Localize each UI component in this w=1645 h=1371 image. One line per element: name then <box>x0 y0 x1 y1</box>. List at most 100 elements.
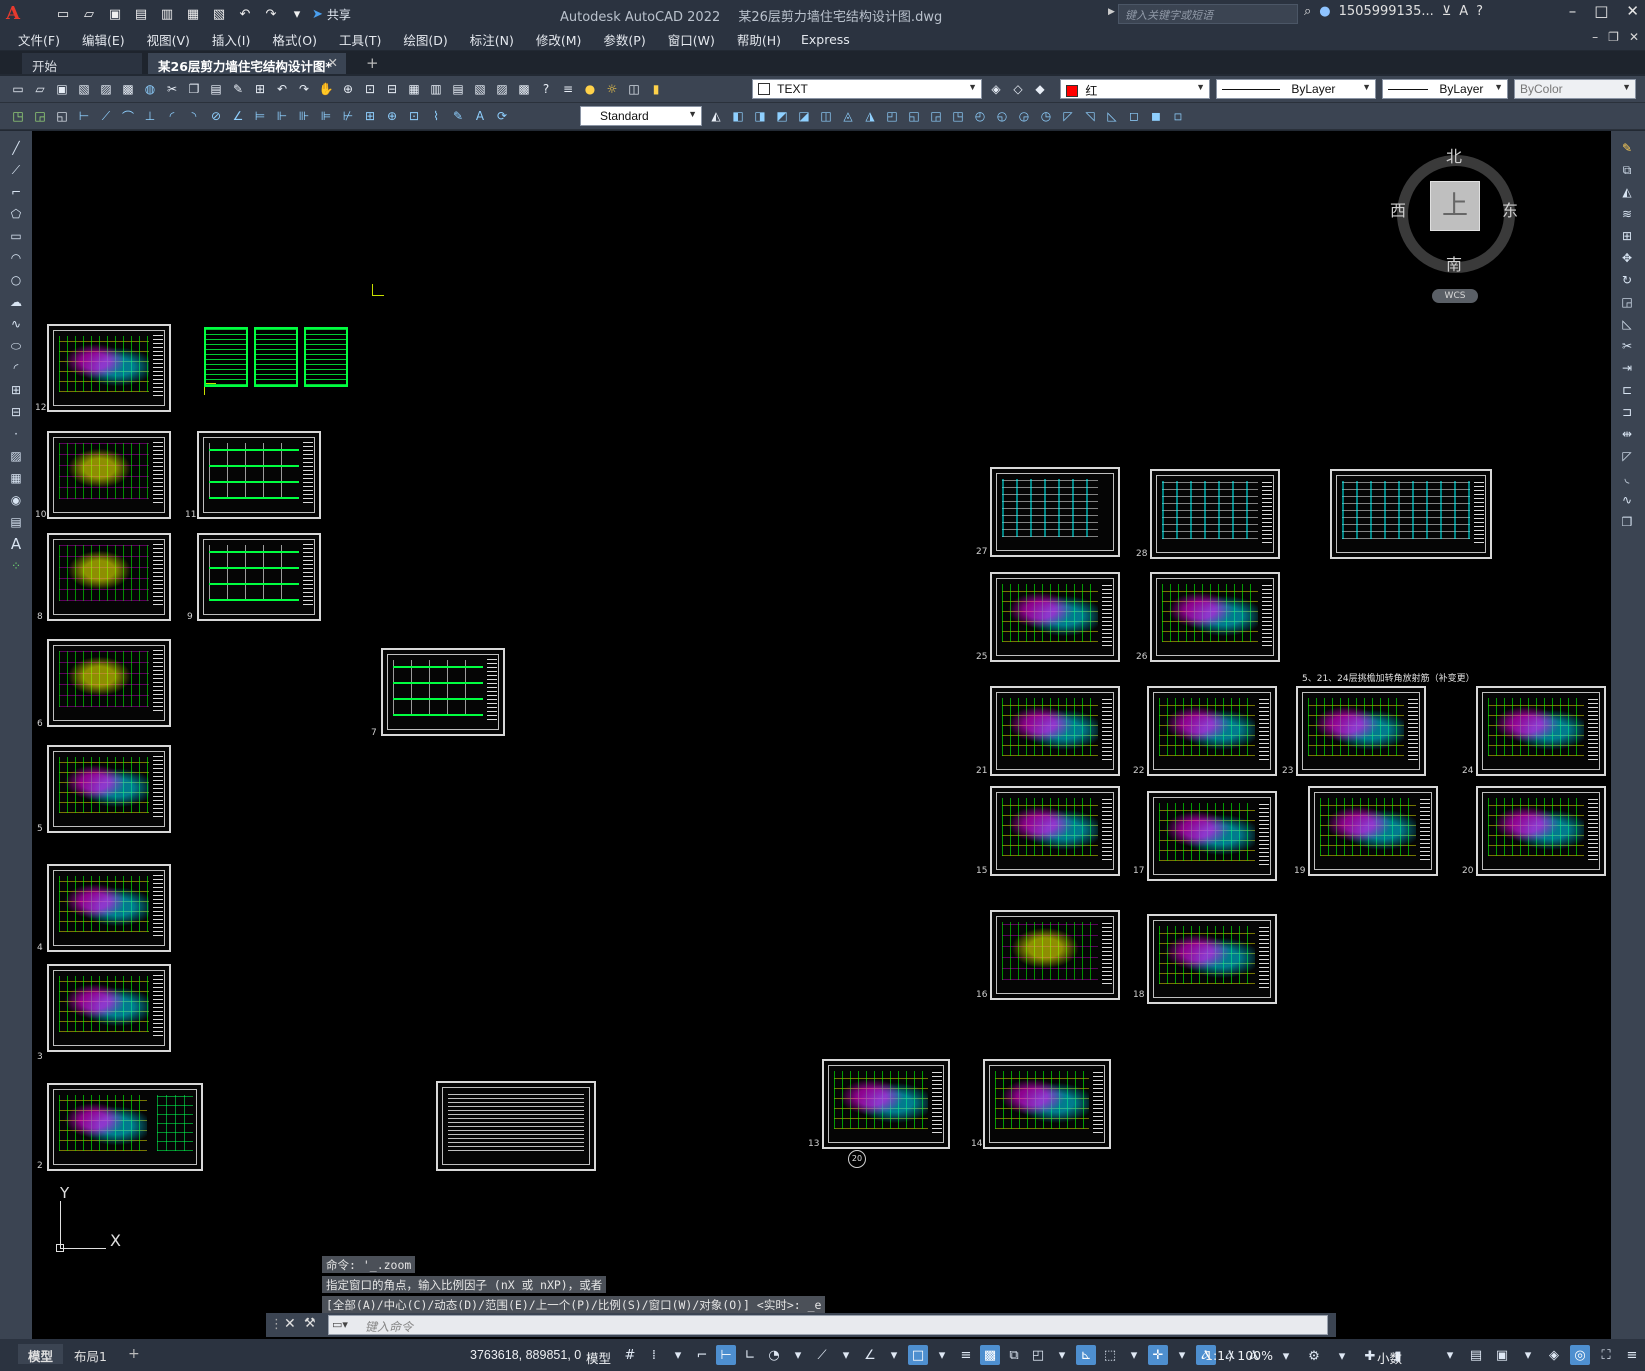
menu-window[interactable]: 窗口(W) <box>668 30 715 49</box>
multiline-text-icon[interactable]: A <box>7 535 25 553</box>
save-icon[interactable]: ▣ <box>104 3 126 25</box>
move-faces-icon[interactable]: ◽ <box>1168 106 1188 126</box>
selection-cycling-icon[interactable]: ⧉ <box>1004 1345 1024 1365</box>
lock-ui-icon[interactable]: ▣ <box>1492 1345 1512 1365</box>
save-as-icon[interactable]: ▤ <box>130 3 152 25</box>
gizmo-icon[interactable]: ✛ <box>1148 1345 1168 1365</box>
paste-icon[interactable]: ▤ <box>206 79 226 99</box>
break-at-point-icon[interactable]: ⊏ <box>1618 381 1636 399</box>
properties-icon[interactable]: ▦ <box>404 79 424 99</box>
menu-edit[interactable]: 编辑(E) <box>82 30 125 49</box>
make-current-icon[interactable]: ◈ <box>986 79 1006 99</box>
dimstyle-dropdown[interactable]: Standard ▼ <box>580 106 702 126</box>
undo-icon[interactable]: ↶ <box>272 79 292 99</box>
help-icon[interactable]: ? <box>1476 4 1483 19</box>
quick-dim-icon[interactable]: ⊨ <box>250 106 270 126</box>
cut-icon[interactable]: ✂ <box>162 79 182 99</box>
continue-icon[interactable]: ⊪ <box>294 106 314 126</box>
menu-insert[interactable]: 插入(I) <box>212 30 250 49</box>
drawing-sheet-14[interactable] <box>983 1059 1111 1149</box>
copy-icon[interactable]: ❐ <box>184 79 204 99</box>
hatch-icon[interactable]: ▨ <box>7 447 25 465</box>
extrude-icon[interactable]: ◪ <box>794 106 814 126</box>
insert-block-icon[interactable]: ⊞ <box>7 381 25 399</box>
viewcube-west[interactable]: 西 <box>1390 197 1406 221</box>
menu-format[interactable]: 格式(O) <box>272 30 317 49</box>
new-icon[interactable]: ▭ <box>8 79 28 99</box>
dim-update-icon[interactable]: ⟳ <box>492 106 512 126</box>
drawing-sheet-19[interactable] <box>1308 786 1438 876</box>
clean-icon[interactable]: ◹ <box>1080 106 1100 126</box>
region-icon[interactable]: ◉ <box>7 491 25 509</box>
wcs-menu[interactable]: WCS <box>1432 289 1478 303</box>
object-icon[interactable]: ◱ <box>52 106 72 126</box>
dim-break-icon[interactable]: ⊬ <box>338 106 358 126</box>
search-input[interactable]: 键入关键字或短语 <box>1118 4 1298 24</box>
isolate-objects-icon[interactable]: ◈ <box>1544 1345 1564 1365</box>
command-input[interactable]: 键入命令 <box>328 1315 1328 1335</box>
drawing-sheet-23[interactable] <box>1296 686 1426 776</box>
green-table-sheet[interactable] <box>204 327 248 387</box>
layer-previous-icon[interactable]: ◇ <box>1008 79 1028 99</box>
ellipse-arc-icon[interactable]: ◜ <box>7 359 25 377</box>
redo-icon[interactable]: ↷ <box>260 3 282 25</box>
add-layout-button[interactable]: + <box>118 1344 150 1364</box>
break-icon[interactable]: ⊐ <box>1618 403 1636 421</box>
open-icon[interactable]: ▱ <box>30 79 50 99</box>
blend-curves-icon[interactable]: ∿ <box>1618 491 1636 509</box>
doc-minimize-icon[interactable]: – <box>1592 30 1598 44</box>
drawing-sheet-5[interactable] <box>47 745 171 833</box>
tool-palettes-icon[interactable]: ▤ <box>448 79 468 99</box>
section-icon[interactable]: ◮ <box>860 106 880 126</box>
viewcube-south[interactable]: 南 <box>1446 251 1462 275</box>
open-web-icon[interactable]: ▥ <box>156 3 178 25</box>
pan-icon[interactable]: ✋ <box>316 79 336 99</box>
color-dropdown[interactable]: 红 ▼ <box>1060 79 1210 99</box>
polygon-icon[interactable]: ⬠ <box>7 205 25 223</box>
join-icon[interactable]: ⇹ <box>1618 425 1636 443</box>
drawing-sheet-25[interactable] <box>990 572 1120 662</box>
drawing-sheet-21[interactable] <box>990 686 1120 776</box>
drawing-sheet-20[interactable] <box>1476 786 1606 876</box>
calculator-icon[interactable]: ▩ <box>514 79 534 99</box>
color-edges-icon[interactable]: ◳ <box>948 106 968 126</box>
intersect-icon[interactable]: ◩ <box>772 106 792 126</box>
menu-parametric[interactable]: 参数(P) <box>603 30 645 49</box>
copy-faces-icon[interactable]: ◶ <box>1014 106 1034 126</box>
mirror-icon[interactable]: ◭ <box>1618 183 1636 201</box>
user-name[interactable]: 1505999135... <box>1339 4 1434 19</box>
slice-icon[interactable]: ◬ <box>838 106 858 126</box>
chevron-down-icon[interactable]: ▾ <box>1440 1345 1460 1365</box>
drawing-sheet-13[interactable] <box>822 1059 950 1149</box>
ellipse-icon[interactable]: ⬭ <box>7 337 25 355</box>
baseline-icon[interactable]: ⊩ <box>272 106 292 126</box>
viewcube-top-face[interactable]: 上 <box>1430 181 1480 231</box>
help-icon[interactable]: ? <box>536 79 556 99</box>
trim-icon[interactable]: ✂ <box>1618 337 1636 355</box>
design-center-icon[interactable]: ▥ <box>426 79 446 99</box>
layer-on-icon[interactable]: ● <box>580 79 600 99</box>
command-prompt-icon[interactable]: ▭▾ <box>332 1318 348 1331</box>
search-expand-icon[interactable]: ▶ <box>1108 7 1115 17</box>
clean-screen-icon[interactable]: ⛶ <box>1596 1345 1616 1365</box>
sheet-set-icon[interactable]: ▧ <box>470 79 490 99</box>
customization-icon[interactable]: ≡ <box>1622 1345 1642 1365</box>
chevron-down-icon[interactable]: ▾ <box>836 1345 856 1365</box>
user-icon[interactable]: ● <box>1319 4 1330 19</box>
drawing-sheet-22[interactable] <box>1147 686 1277 776</box>
point-icon[interactable]: · <box>7 425 25 443</box>
plot-preview-icon[interactable]: ▨ <box>96 79 116 99</box>
drawing-sheet-8[interactable] <box>47 533 171 621</box>
new-tab-button[interactable]: + <box>356 53 389 74</box>
rectangle-icon[interactable]: ▭ <box>7 227 25 245</box>
copy-edges-icon[interactable]: ◴ <box>970 106 990 126</box>
table-icon[interactable]: ▤ <box>7 513 25 531</box>
jogged-icon[interactable]: ◝ <box>184 106 204 126</box>
object-snap-tracking-icon[interactable]: ∠ <box>860 1345 880 1365</box>
layer-thaw-icon[interactable]: ☼ <box>602 79 622 99</box>
radius-icon[interactable]: ◜ <box>162 106 182 126</box>
menu-express[interactable]: Express <box>801 32 850 47</box>
zoom-window-icon[interactable]: ⊡ <box>360 79 380 99</box>
new-icon[interactable]: ▭ <box>52 3 74 25</box>
scale-icon[interactable]: ◲ <box>1618 293 1636 311</box>
